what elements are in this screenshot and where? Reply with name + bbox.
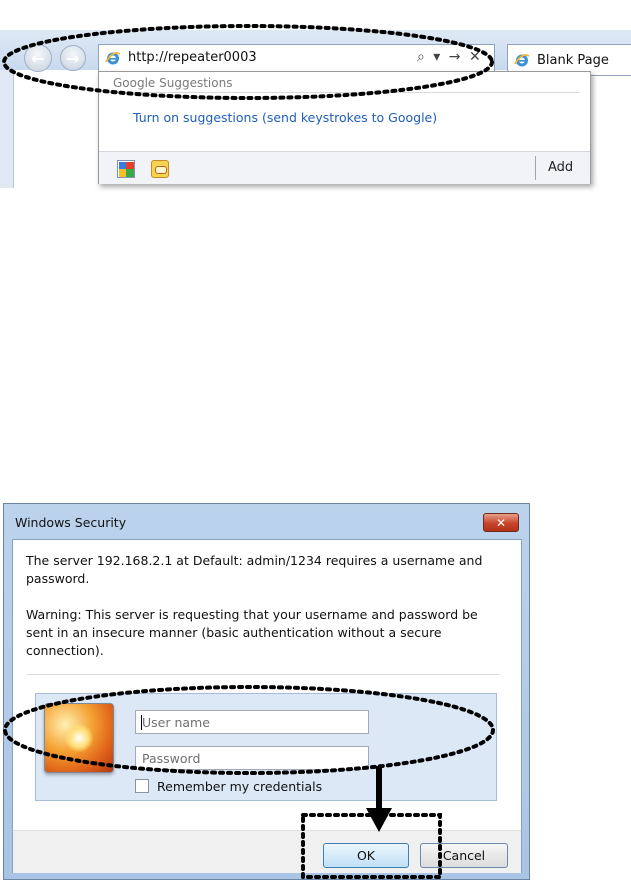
annotation-box-ok — [301, 813, 442, 879]
ie-icon — [514, 54, 530, 67]
tab-label: Blank Page — [537, 53, 609, 68]
google-provider-icon[interactable] — [117, 160, 135, 178]
search-provider-bar: Add — [99, 151, 590, 184]
annotation-ellipse-address — [2, 24, 494, 100]
add-provider-button[interactable]: Add — [548, 160, 573, 175]
search-provider-icon[interactable] — [151, 160, 169, 178]
server-message: The server 192.168.2.1 at Default: admin… — [26, 553, 483, 586]
dialog-title: Windows Security — [15, 515, 127, 530]
divider — [535, 156, 536, 180]
remember-credentials-label[interactable]: Remember my credentials — [157, 779, 322, 794]
divider — [27, 674, 499, 675]
search-provider-icon-detail — [155, 166, 167, 174]
dialog-button-row: OK Cancel — [13, 830, 521, 873]
close-icon: ✕ — [495, 515, 507, 530]
close-button[interactable]: ✕ — [483, 513, 519, 532]
warning-message: Warning: This server is requesting that … — [26, 607, 478, 658]
google-icon-quadrant — [126, 169, 134, 177]
remember-credentials-checkbox[interactable] — [135, 779, 149, 793]
annotation-ellipse-credentials — [3, 685, 495, 775]
turn-on-suggestions-link[interactable]: Turn on suggestions (send keystrokes to … — [133, 110, 437, 125]
